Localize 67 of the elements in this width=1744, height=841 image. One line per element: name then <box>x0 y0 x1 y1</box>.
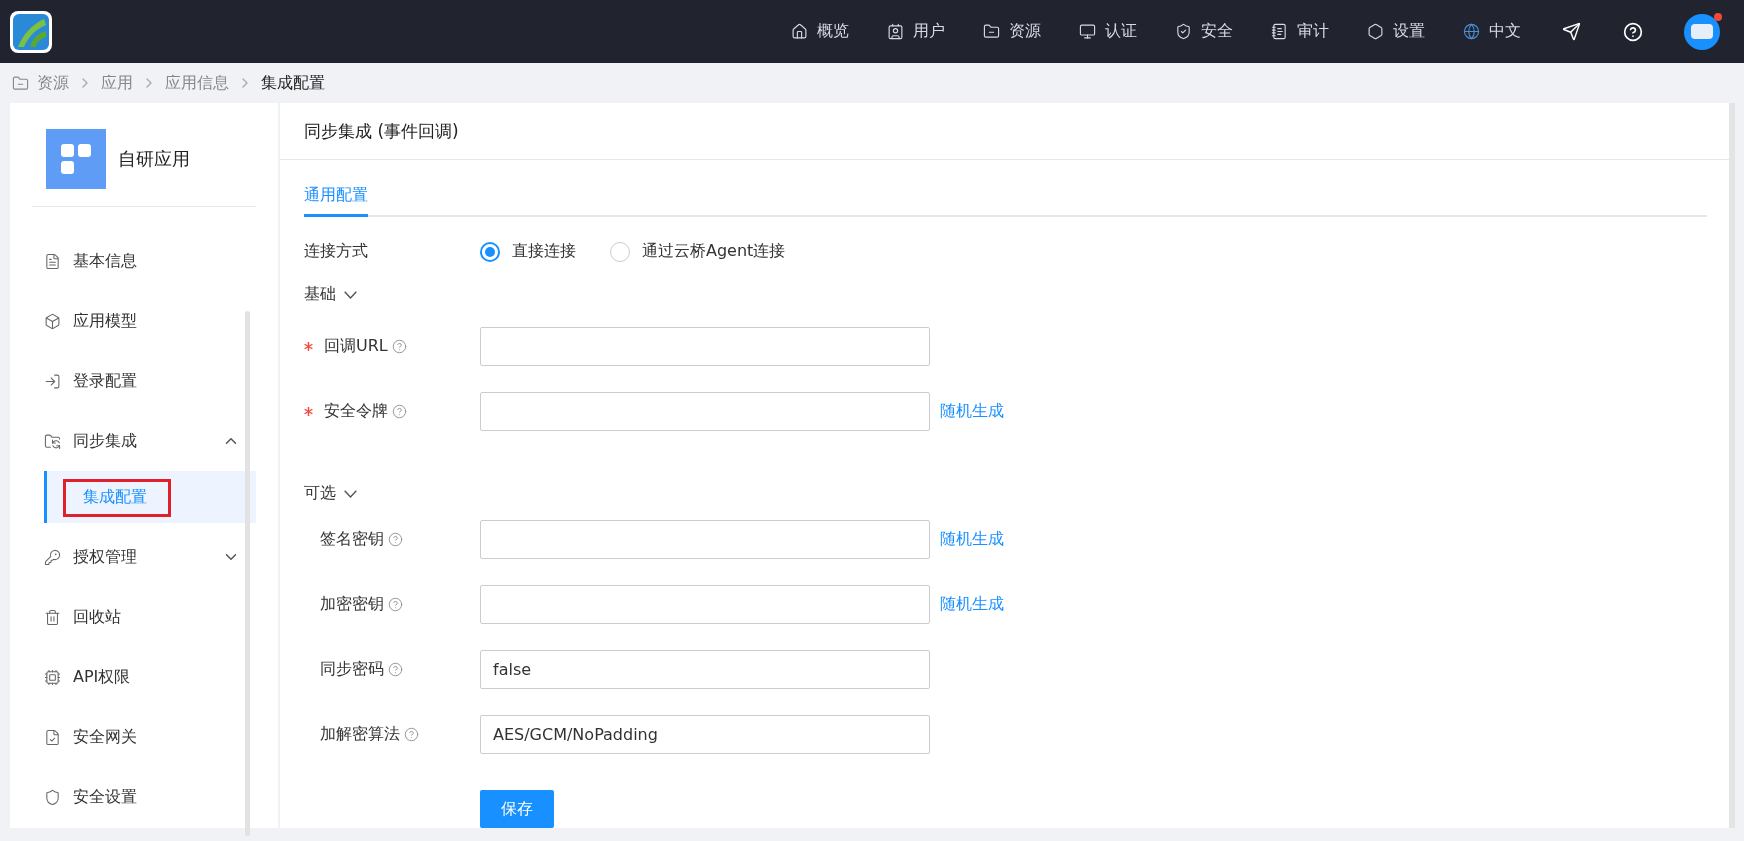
field-label: 安全令牌 <box>324 401 388 422</box>
nav-item[interactable]: 设置 <box>1348 0 1444 63</box>
sidebar-item[interactable]: 同步集成 <box>32 411 256 471</box>
input-field[interactable]: false <box>480 650 930 689</box>
sidebar-item[interactable]: 安全设置 <box>32 767 256 827</box>
nav-item[interactable]: 安全 <box>1156 0 1252 63</box>
field-label: 同步密码 <box>320 659 384 680</box>
help-icon[interactable] <box>392 404 407 419</box>
field-label: 加密密钥 <box>320 594 384 615</box>
nav-item[interactable]: 用户 <box>868 0 964 63</box>
scrollbar[interactable] <box>1729 103 1735 828</box>
contact-icon <box>887 23 904 40</box>
help-icon[interactable] <box>388 662 403 677</box>
nav-item[interactable]: 中文 <box>1444 0 1540 63</box>
sidebar-item[interactable]: 基本信息 <box>32 231 256 291</box>
home-icon <box>791 23 808 40</box>
section-toggle[interactable]: 可选 <box>304 483 357 504</box>
radio-option[interactable]: 直接连接 <box>480 241 576 262</box>
input-field[interactable] <box>480 585 930 624</box>
nav-item[interactable]: 概览 <box>772 0 868 63</box>
chip-icon <box>44 668 61 686</box>
input-field[interactable] <box>480 520 930 559</box>
notebook-icon <box>1271 23 1288 40</box>
input-field[interactable] <box>480 392 930 431</box>
scrollbar[interactable] <box>245 311 250 836</box>
field-label: 加解密算法 <box>320 724 400 745</box>
help-icon[interactable] <box>404 727 419 742</box>
nav-item[interactable]: 审计 <box>1252 0 1348 63</box>
app-icon <box>46 129 106 189</box>
folder-sync-icon <box>44 432 61 450</box>
globe-icon <box>1463 23 1480 40</box>
trash-icon <box>44 608 61 626</box>
field-label: 签名密钥 <box>320 529 384 550</box>
user-avatar[interactable] <box>1684 13 1720 50</box>
key-icon <box>44 548 61 566</box>
help-icon[interactable] <box>388 597 403 612</box>
sidebar-item[interactable]: 登录配置 <box>32 351 256 411</box>
radio-option[interactable]: 通过云桥Agent连接 <box>610 241 786 262</box>
shield-icon <box>1175 23 1192 40</box>
breadcrumb-item[interactable]: 集成配置 <box>261 72 325 94</box>
folder-icon <box>983 23 1000 40</box>
list-icon <box>44 252 61 270</box>
sidebar-item[interactable]: 授权管理 <box>32 527 256 587</box>
input-field[interactable] <box>480 327 930 366</box>
send-icon <box>1561 22 1581 41</box>
help-icon[interactable] <box>388 532 403 547</box>
monitor-icon <box>1079 23 1096 40</box>
file-check-icon <box>44 728 61 746</box>
field-label: 回调URL <box>324 336 388 357</box>
nav-item[interactable]: 资源 <box>964 0 1060 63</box>
app-logo[interactable] <box>10 10 52 53</box>
app-name: 自研应用 <box>118 147 190 171</box>
sidebar-item[interactable]: 应用模型 <box>32 291 256 351</box>
field-label: 连接方式 <box>304 241 368 262</box>
nav-item[interactable]: 认证 <box>1060 0 1156 63</box>
sidebar-item[interactable]: 回收站 <box>32 587 256 647</box>
cube-icon <box>44 312 61 330</box>
shield-icon <box>44 788 61 806</box>
sidebar-item[interactable]: API权限 <box>32 647 256 707</box>
hexagon-icon <box>1367 23 1384 40</box>
help-icon[interactable] <box>391 339 407 354</box>
sidebar-item[interactable]: 安全网关 <box>32 707 256 767</box>
login-icon <box>44 372 61 390</box>
help-icon <box>1623 21 1643 42</box>
folder-icon <box>12 74 29 92</box>
section-toggle[interactable]: 基础 <box>304 284 357 305</box>
input-field[interactable]: AES/GCM/NoPadding <box>480 715 930 754</box>
